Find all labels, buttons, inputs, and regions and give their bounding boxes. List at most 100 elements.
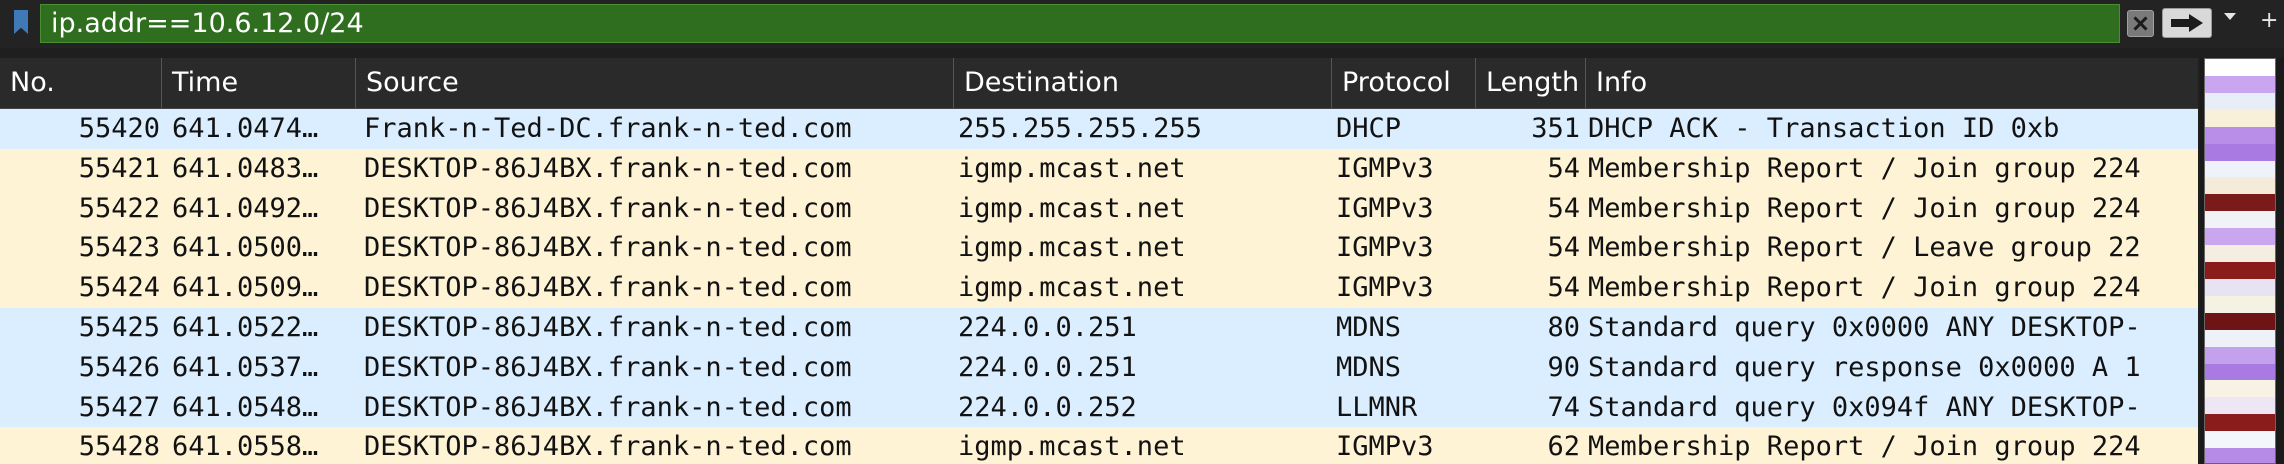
column-header-destination[interactable]: Destination [954, 58, 1332, 108]
packet-no: 55422 [78, 192, 160, 224]
minimap-band [2205, 414, 2275, 432]
packet-destination: igmp.mcast.net [958, 232, 1186, 264]
packet-no: 55420 [78, 113, 160, 144]
packet-list: No. Time Source Destination Protocol Len… [0, 58, 2198, 464]
minimap-band [2205, 228, 2275, 246]
packet-source: DESKTOP-86J4BX.frank-n-ted.com [364, 391, 852, 423]
packet-length: 54 [1547, 192, 1580, 224]
chevron-down-icon[interactable] [2224, 13, 2236, 20]
table-row[interactable]: 55422 641.0492… DESKTOP-86J4BX.frank-n-ted… [0, 188, 2198, 229]
apply-filter-button[interactable] [2162, 8, 2212, 38]
minimap-band [2205, 397, 2275, 415]
display-filter-toolbar: ip.addr==10.6.12.0/24 + [0, 0, 2284, 48]
column-header-no[interactable]: No. [0, 58, 162, 108]
packet-info: Membership Report / Leave group 22 [1588, 232, 2141, 264]
column-header-length[interactable]: Length [1476, 58, 1586, 108]
packet-destination: igmp.mcast.net [958, 192, 1186, 224]
packet-time: 641.0537… [172, 351, 319, 383]
table-row[interactable]: 55421 641.0483… DESKTOP-86J4BX.frank-n-ted… [0, 148, 2198, 189]
packet-info: DHCP ACK - Transaction ID 0xb [1588, 113, 2060, 144]
minimap-band [2205, 262, 2275, 279]
table-row[interactable]: 55424 641.0509… DESKTOP-86J4BX.frank-n-ted… [0, 268, 2198, 308]
packet-protocol: MDNS [1336, 351, 1402, 383]
packet-length: 54 [1547, 232, 1580, 264]
minimap-band [2205, 346, 2275, 364]
table-row[interactable]: 55427 641.0548… DESKTOP-86J4BX.frank-n-ted… [0, 387, 2198, 428]
packet-time: 641.0522… [172, 311, 319, 343]
packet-protocol: IGMPv3 [1336, 431, 1434, 463]
display-filter-input[interactable]: ip.addr==10.6.12.0/24 [40, 4, 2120, 43]
plus-icon[interactable]: + [2260, 6, 2278, 36]
minimap-band [2205, 75, 2275, 93]
packet-info: Standard query 0x0000 ANY DESKTOP- [1588, 311, 2141, 343]
minimap-band [2205, 312, 2275, 330]
minimap-band [2205, 109, 2275, 127]
bookmark-icon[interactable] [14, 10, 28, 34]
table-row[interactable]: 55420 641.0474… Frank-n-Ted-DC.frank-n-ted… [0, 109, 2198, 149]
packet-destination: 224.0.0.252 [958, 391, 1137, 423]
minimap-band [2205, 380, 2275, 398]
packet-protocol: MDNS [1336, 311, 1402, 343]
clear-filter-button[interactable] [2127, 10, 2154, 37]
minimap-band [2205, 92, 2275, 110]
table-row[interactable]: 55423 641.0500… DESKTOP-86J4BX.frank-n-ted… [0, 228, 2198, 269]
packet-protocol: IGMPv3 [1336, 152, 1434, 184]
packet-source: DESKTOP-86J4BX.frank-n-ted.com [364, 192, 852, 224]
minimap-band [2205, 295, 2275, 313]
packet-source: DESKTOP-86J4BX.frank-n-ted.com [364, 351, 852, 383]
column-header-time[interactable]: Time [162, 58, 356, 108]
packet-no: 55424 [78, 272, 160, 304]
packet-source: DESKTOP-86J4BX.frank-n-ted.com [364, 232, 852, 264]
minimap-band [2205, 177, 2275, 195]
packet-no: 55421 [78, 152, 160, 184]
packet-time: 641.0509… [172, 272, 319, 304]
packet-source: Frank-n-Ted-DC.frank-n-ted.com [364, 113, 852, 144]
packet-minimap-scrollbar[interactable] [2200, 58, 2284, 464]
packet-info: Membership Report / Join group 224 [1588, 272, 2141, 304]
column-header-source[interactable]: Source [356, 58, 954, 108]
packet-length: 54 [1547, 272, 1580, 304]
minimap-band [2205, 245, 2275, 263]
packet-destination: 224.0.0.251 [958, 351, 1137, 383]
packet-length: 90 [1547, 351, 1580, 383]
packet-info: Membership Report / Join group 224 [1588, 152, 2141, 184]
column-header-info[interactable]: Info [1586, 58, 2198, 108]
packet-info: Membership Report / Join group 224 [1588, 431, 2141, 463]
packet-list-header: No. Time Source Destination Protocol Len… [0, 58, 2198, 109]
packet-time: 641.0483… [172, 152, 319, 184]
minimap-track[interactable] [2204, 58, 2276, 464]
packet-protocol: LLMNR [1336, 391, 1418, 423]
minimap-band [2205, 278, 2275, 296]
packet-destination: igmp.mcast.net [958, 152, 1186, 184]
packet-time: 641.0558… [172, 431, 319, 463]
packet-source: DESKTOP-86J4BX.frank-n-ted.com [364, 311, 852, 343]
minimap-band [2205, 160, 2275, 178]
packet-time: 641.0548… [172, 391, 319, 423]
packet-no: 55427 [78, 391, 160, 423]
packet-info: Standard query 0x094f ANY DESKTOP- [1588, 391, 2141, 423]
packet-rows: 55420 641.0474… Frank-n-Ted-DC.frank-n-ted… [0, 109, 2198, 464]
minimap-band [2205, 59, 2275, 76]
minimap-band [2205, 143, 2275, 161]
minimap-band [2205, 363, 2275, 381]
minimap-band [2205, 448, 2275, 463]
column-header-protocol[interactable]: Protocol [1332, 58, 1476, 108]
packet-info: Membership Report / Join group 224 [1588, 192, 2141, 224]
table-row[interactable]: 55428 641.0558… DESKTOP-86J4BX.frank-n-ted… [0, 427, 2198, 464]
minimap-band [2205, 194, 2275, 212]
table-row[interactable]: 55425 641.0522… DESKTOP-86J4BX.frank-n-ted… [0, 307, 2198, 348]
packet-time: 641.0492… [172, 192, 319, 224]
packet-time: 641.0474… [172, 113, 319, 144]
packet-protocol: IGMPv3 [1336, 232, 1434, 264]
packet-length: 54 [1547, 152, 1580, 184]
minimap-band [2205, 211, 2275, 229]
packet-destination: 255.255.255.255 [958, 113, 1202, 144]
packet-destination: igmp.mcast.net [958, 431, 1186, 463]
packet-no: 55426 [78, 351, 160, 383]
packet-destination: 224.0.0.251 [958, 311, 1137, 343]
packet-no: 55428 [78, 431, 160, 463]
packet-source: DESKTOP-86J4BX.frank-n-ted.com [364, 431, 852, 463]
table-row[interactable]: 55426 641.0537… DESKTOP-86J4BX.frank-n-ted… [0, 347, 2198, 388]
arrow-right-icon [2171, 14, 2203, 32]
packet-no: 55425 [78, 311, 160, 343]
